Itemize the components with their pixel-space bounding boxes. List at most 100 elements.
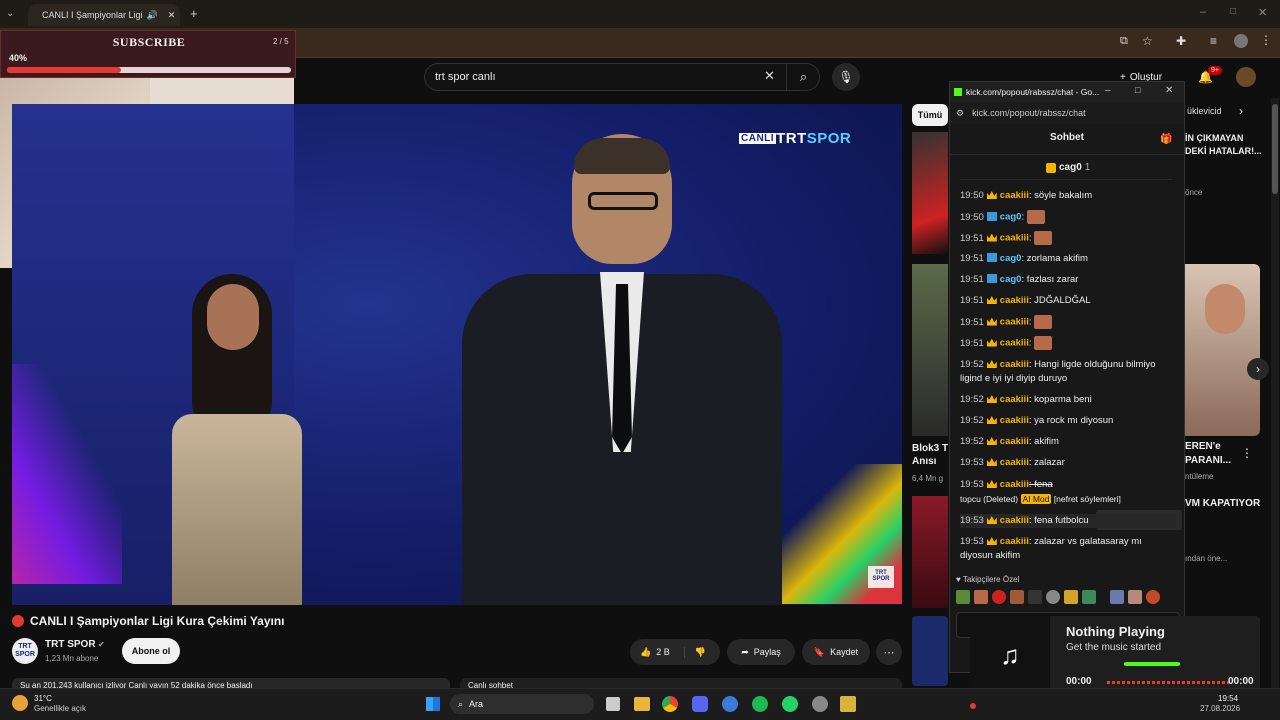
clock-time[interactable]: 19:54 <box>1218 694 1238 703</box>
discord-icon[interactable] <box>692 696 708 712</box>
chat-message[interactable]: 19:52 caakiii: Hangi ligde olduğunu bilmi… <box>960 358 1176 386</box>
app-icon-yellow[interactable] <box>840 696 856 712</box>
filter-chip-all[interactable]: Tümü <box>912 104 948 126</box>
chat-username[interactable]: cag0 <box>1000 274 1022 285</box>
pinned-user-chip[interactable]: cag0 1 <box>1046 162 1090 173</box>
emote-2[interactable] <box>974 590 988 604</box>
filter-next-chevron-icon[interactable]: › <box>1239 104 1243 118</box>
site-info-icon[interactable]: ⚙ <box>956 108 964 119</box>
search-button[interactable]: ⌕ <box>786 63 820 91</box>
recommendation-thumbnail-2[interactable] <box>1185 264 1260 436</box>
taskbar-search[interactable]: ⌕ Ara <box>450 694 594 714</box>
chat-username[interactable]: caakiii <box>1000 436 1029 447</box>
start-windows-icon[interactable] <box>426 697 440 711</box>
whatsapp-icon[interactable] <box>782 696 798 712</box>
save-button[interactable]: 🔖 Kaydet <box>802 639 870 665</box>
browser-menu-icon[interactable]: ⋮ <box>1260 33 1272 47</box>
chat-username[interactable]: caakiii <box>1000 479 1029 490</box>
recommendation-title-2[interactable]: EREN'e PARANI... <box>1185 440 1265 468</box>
recommendation-title-1[interactable]: Blok3 T Anısı <box>912 442 948 468</box>
clock-date[interactable]: 27.08.2026 <box>1200 704 1240 713</box>
recommendation-thumbnail-top[interactable] <box>912 132 948 254</box>
popup-address-bar[interactable]: ⚙ kick.com/popout/rabssz/chat <box>950 102 1184 124</box>
weather-desc[interactable]: Genellikle açık <box>34 704 86 713</box>
channel-name[interactable]: TRT SPOR <box>45 639 96 650</box>
chrome-icon[interactable] <box>662 696 678 712</box>
spotify-icon[interactable] <box>752 696 768 712</box>
extensions-icon[interactable]: ✚ <box>1176 34 1186 48</box>
emote-8[interactable] <box>1082 590 1096 604</box>
clear-search-icon[interactable]: ✕ <box>764 68 775 84</box>
search-input[interactable]: trt spor canlı <box>424 63 820 91</box>
chat-message[interactable]: 19:52 caakiii: koparma beni <box>960 393 1176 407</box>
chat-username[interactable]: caakiii <box>1000 536 1029 547</box>
chat-message[interactable]: 19:53 caakiii: fena <box>960 478 1176 492</box>
share-button[interactable]: ➦ Paylaş <box>727 639 795 665</box>
chat-message[interactable]: 19:53 caakiii: zalazar <box>960 456 1176 470</box>
music-progress-bar[interactable] <box>1107 681 1229 684</box>
chat-message[interactable]: 19:53 caakiii: fena futbolcu <box>960 514 1176 528</box>
carousel-next-icon[interactable]: › <box>1247 358 1269 380</box>
chat-message[interactable]: 19:51 cag0: fazlası zarar <box>960 273 1176 287</box>
chat-username[interactable]: caakiii <box>1000 394 1029 405</box>
account-avatar[interactable] <box>1236 67 1256 87</box>
cast-icon[interactable]: ⧉ <box>1120 35 1128 48</box>
like-icon[interactable]: 👍 <box>640 647 651 658</box>
obs-icon[interactable] <box>812 696 828 712</box>
window-maximize-icon[interactable]: □ <box>1230 6 1236 17</box>
like-count[interactable]: 2 B <box>656 647 670 657</box>
filter-chip-uploaded[interactable]: üklevicid <box>1187 106 1222 116</box>
channel-avatar[interactable]: TRT SPOR <box>12 638 38 664</box>
chat-username[interactable]: caakiii <box>1000 359 1029 370</box>
emote-1[interactable] <box>956 590 970 604</box>
emote-5[interactable] <box>1028 590 1042 604</box>
chat-message[interactable]: 19:52 caakiii: akifim <box>960 435 1176 449</box>
tab-list-chevron-icon[interactable]: ⌄ <box>6 8 14 19</box>
recommendation-title-top[interactable]: İN ÇIKMAYAN DEKİ HATALAR!... <box>1185 132 1265 158</box>
voice-search-button[interactable]: 🎙 <box>832 63 860 91</box>
reading-list-icon[interactable]: ≡ <box>1210 34 1217 48</box>
dislike-icon[interactable]: 👎 <box>683 646 706 658</box>
emote-11[interactable] <box>1146 590 1160 604</box>
subscribe-button[interactable]: Abone ol <box>122 638 180 664</box>
page-scrollbar-thumb[interactable] <box>1272 104 1278 194</box>
chat-message[interactable]: 19:51 caakiii: <box>960 315 1176 330</box>
fenerbahce-thumbnail[interactable] <box>912 616 948 686</box>
popup-maximize-icon[interactable]: □ <box>1135 85 1140 95</box>
weather-temp[interactable]: 31°C <box>34 694 52 703</box>
tab-youtube[interactable]: CANLI I Şampiyonlar Ligi 🔊 ✕ <box>28 4 180 26</box>
chat-message[interactable]: 19:51 caakiii: <box>960 231 1176 246</box>
chat-username[interactable]: caakiii <box>1000 233 1029 244</box>
chat-username[interactable]: caakiii <box>1000 515 1029 526</box>
window-minimize-icon[interactable]: – <box>1200 6 1206 18</box>
video-player[interactable]: CANLI TRTSPOR TRT SPOR <box>12 104 902 605</box>
chat-message[interactable]: 19:50 caakiii: söyle bakalım <box>960 189 1176 203</box>
profile-avatar[interactable] <box>1234 34 1248 48</box>
app-icon-blue[interactable] <box>722 696 738 712</box>
emote-10[interactable] <box>1128 590 1142 604</box>
chat-message[interactable]: 19:51 cag0: zorlama akifim <box>960 252 1176 266</box>
chat-username[interactable]: caakiii <box>1000 457 1029 468</box>
chat-message[interactable]: 19:51 caakiii: <box>960 336 1176 351</box>
chat-username[interactable]: caakiii <box>1000 190 1029 201</box>
chat-username[interactable]: caakiii <box>1000 415 1029 426</box>
chat-username[interactable]: caakiii <box>1000 295 1029 306</box>
window-close-icon[interactable]: ✕ <box>1258 6 1267 19</box>
gift-icon[interactable]: 🎁 <box>1160 134 1172 145</box>
chat-username[interactable]: cag0 <box>1000 212 1022 223</box>
chat-username[interactable]: caakiii <box>1000 338 1029 349</box>
emote-6[interactable] <box>1046 590 1060 604</box>
task-view-icon[interactable] <box>606 697 620 711</box>
recommendation-title-3[interactable]: VM KAPATIYOR <box>1185 498 1260 509</box>
weather-sun-icon[interactable] <box>12 695 28 711</box>
emote-9[interactable] <box>1110 590 1124 604</box>
popup-minimize-icon[interactable]: – <box>1105 85 1111 96</box>
emote-4[interactable] <box>1010 590 1024 604</box>
chat-message[interactable]: 19:50 cag0: <box>960 210 1176 225</box>
recommendation-menu-icon[interactable]: ⋮ <box>1241 446 1253 460</box>
tab-audio-icon[interactable]: 🔊 <box>147 10 158 21</box>
new-tab-button[interactable]: + <box>190 6 198 21</box>
chat-message[interactable]: 19:52 caakiii: ya rock mı diyosun <box>960 414 1176 428</box>
tab-close-icon[interactable]: ✕ <box>168 10 176 21</box>
file-explorer-icon[interactable] <box>634 697 650 711</box>
